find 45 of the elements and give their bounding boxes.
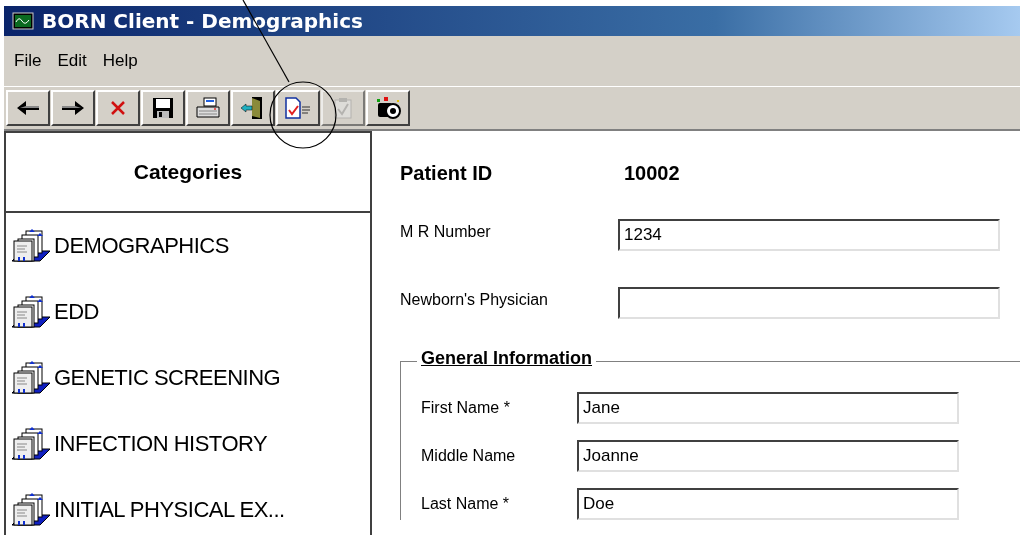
toolbar-button[interactable] [96, 90, 140, 126]
input-field[interactable]: Jane [577, 392, 959, 424]
document-stack-icon [10, 491, 52, 529]
category-item[interactable]: INFECTION HISTORY [6, 425, 370, 463]
document-check-icon [284, 97, 312, 119]
document-stack-icon [10, 293, 52, 331]
camera-icon [375, 96, 401, 120]
category-item[interactable]: GENETIC SCREENING [6, 359, 370, 397]
monitor-icon [12, 12, 34, 30]
toolbar-button[interactable] [366, 90, 410, 126]
right-arrow-icon [61, 99, 85, 117]
document-stack-icon [10, 425, 52, 463]
toolbar-button[interactable] [6, 90, 50, 126]
delete-icon [110, 100, 126, 116]
menu-item[interactable]: Edit [51, 49, 93, 73]
category-item[interactable]: INITIAL PHYSICAL EX... [6, 491, 370, 529]
patient-id-label: Patient ID [400, 161, 494, 185]
clipboard-check-icon [333, 97, 353, 119]
field-label: Last Name * [421, 495, 511, 513]
group-title: General Information [417, 348, 597, 369]
highlight-circle [269, 81, 337, 149]
toolbar-button[interactable] [276, 90, 320, 126]
toolbar-button[interactable] [186, 90, 230, 126]
document-stack-icon [10, 227, 52, 265]
patient-id-value: 10002 [624, 161, 680, 185]
left-arrow-icon [16, 99, 40, 117]
input-field[interactable]: 1234 [618, 219, 1000, 251]
menu-item[interactable]: File [8, 49, 48, 73]
document-stack-icon [10, 359, 52, 397]
category-item[interactable]: DEMOGRAPHICS [6, 227, 370, 265]
field-label: M R Number [400, 222, 492, 241]
toolbar-button[interactable] [231, 90, 275, 126]
menu-item[interactable]: Help [96, 49, 144, 73]
toolbar-button[interactable] [141, 90, 185, 126]
printer-icon [195, 97, 221, 119]
field-label: Middle Name [421, 447, 517, 465]
category-item[interactable]: EDD [6, 293, 370, 331]
field-label: Newborn's Physician [400, 290, 549, 309]
categories-header: Categories [6, 133, 370, 213]
toolbar-button[interactable] [51, 90, 95, 126]
input-field[interactable]: Doe [577, 488, 959, 520]
field-label: First Name * [421, 399, 511, 417]
input-field[interactable]: Joanne [577, 440, 959, 472]
window-title: BORN Client - Demographics [42, 9, 363, 33]
input-field[interactable] [618, 287, 1000, 319]
